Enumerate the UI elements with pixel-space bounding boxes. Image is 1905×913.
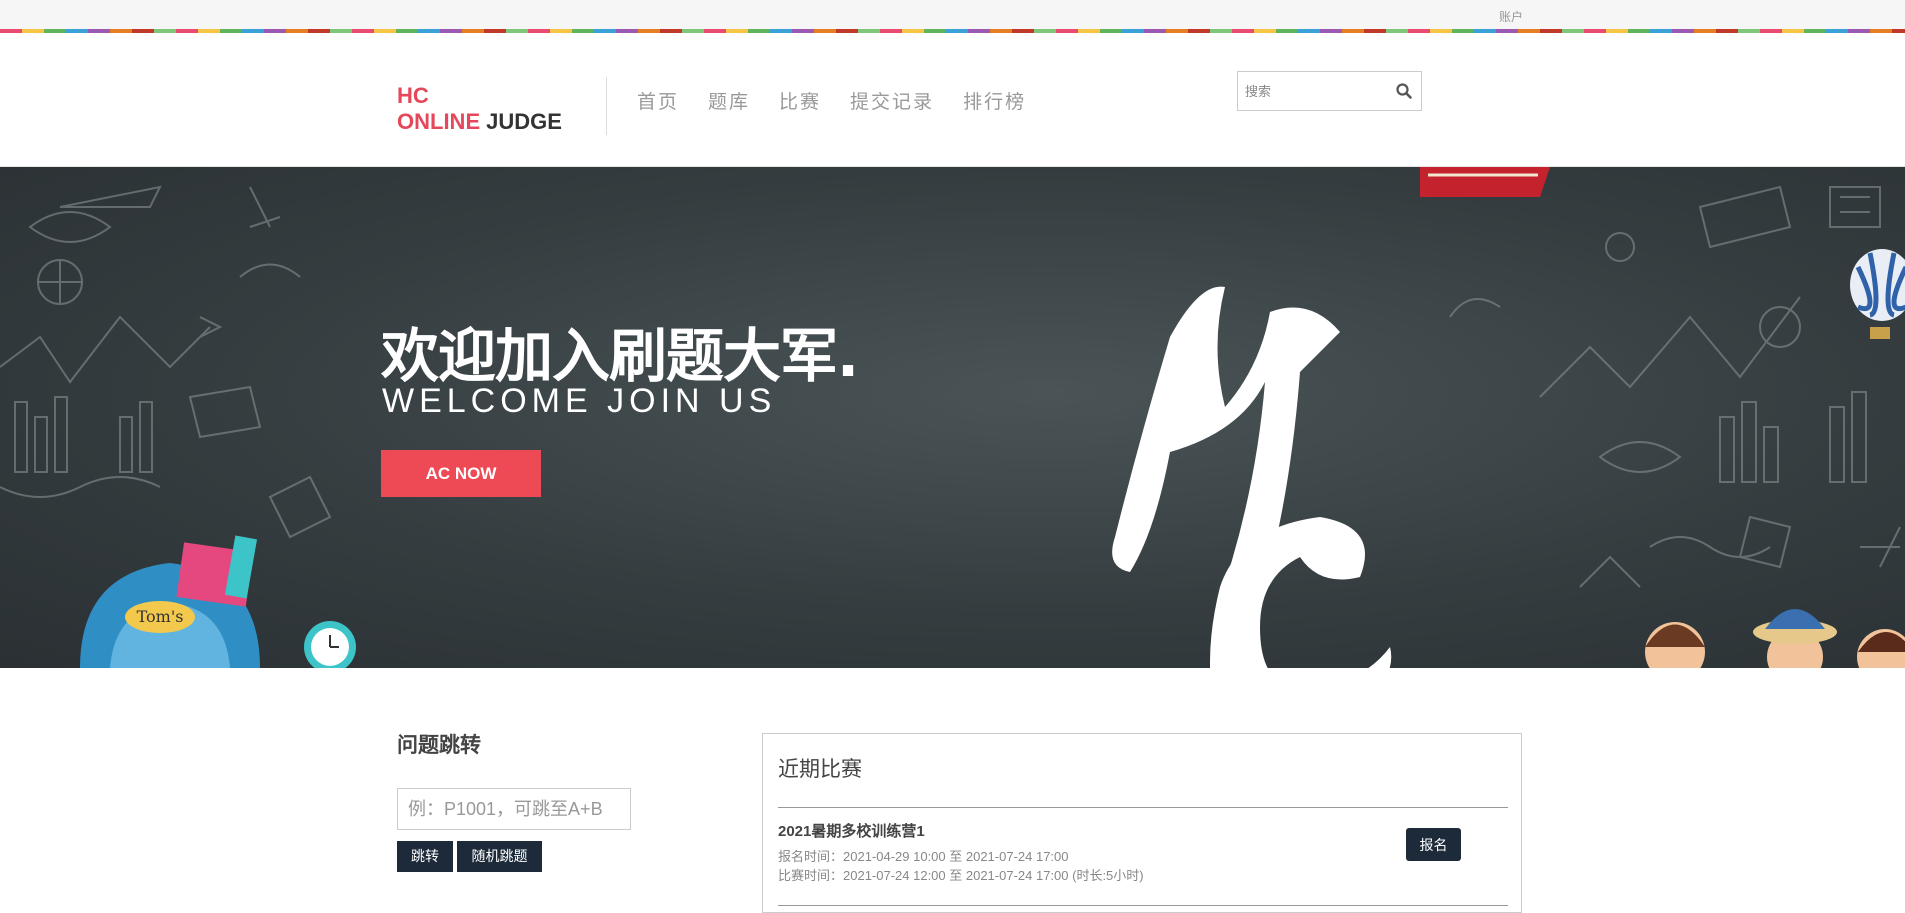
chalkboard-doodles: Tom's HC <box>0 167 1905 668</box>
nav-item-ranking[interactable]: 排行榜 <box>963 87 1026 114</box>
backpack-graphic <box>80 535 260 668</box>
header-divider <box>606 77 607 135</box>
hero-banner: Tom's HC 欢迎加入刷题大军. WELCOME JOIN US AC NO… <box>0 167 1905 668</box>
contest-run-time: 比赛时间：2021-07-24 12:00 至 2021-07-24 17:00… <box>778 868 1144 883</box>
banner-headline: 欢迎加入刷题大军. <box>381 322 859 390</box>
top-bar: 账户 <box>0 0 1905 29</box>
balloon-graphic <box>1850 249 1905 339</box>
site-logo[interactable]: HC ONLINE JUDGE <box>397 83 562 135</box>
contest-name[interactable]: 2021暑期多校训练营1 <box>778 820 925 841</box>
logo-line2-judge: JUDGE <box>486 109 562 134</box>
logo-line1: HC <box>397 83 429 108</box>
nav-item-problems[interactable]: 题库 <box>708 87 750 114</box>
nav-item-contests[interactable]: 比赛 <box>779 87 821 114</box>
random-problem-button[interactable]: 随机跳题 <box>457 841 542 872</box>
search-box <box>1237 71 1422 111</box>
main-nav: 首页 题库 比赛 提交记录 排行榜 <box>637 87 1055 114</box>
recent-contests-panel: 近期比赛 2021暑期多校训练营1 报名时间：2021-04-29 10:00 … <box>762 733 1522 913</box>
contest-signup-time: 报名时间：2021-04-29 10:00 至 2021-07-24 17:00 <box>778 849 1069 864</box>
contest-divider-bottom <box>778 905 1508 906</box>
contest-signup-button[interactable]: 报名 <box>1406 828 1461 861</box>
logo-line2-online: ONLINE <box>397 109 481 134</box>
contest-divider <box>778 807 1508 808</box>
alarm-clock-graphic <box>304 621 356 668</box>
banner-subheadline: WELCOME JOIN US <box>382 382 777 420</box>
search-icon[interactable] <box>1395 82 1413 100</box>
kids-graphic <box>1645 609 1905 668</box>
search-input[interactable] <box>1238 72 1388 110</box>
nav-item-submissions[interactable]: 提交记录 <box>850 87 934 114</box>
recent-contests-title: 近期比赛 <box>778 757 862 781</box>
backpack-label: Tom's <box>137 607 184 626</box>
ac-now-button[interactable]: AC NOW <box>381 450 541 497</box>
jump-button[interactable]: 跳转 <box>397 841 453 872</box>
problem-jump-input[interactable] <box>397 788 631 830</box>
problem-jump-title: 问题跳转 <box>397 732 481 757</box>
nav-item-home[interactable]: 首页 <box>637 87 679 114</box>
account-link[interactable]: 账户 <box>1499 8 1523 25</box>
hc-brush-graphic <box>1112 286 1392 668</box>
site-header: HC ONLINE JUDGE 首页 题库 比赛 提交记录 排行榜 <box>0 33 1905 167</box>
